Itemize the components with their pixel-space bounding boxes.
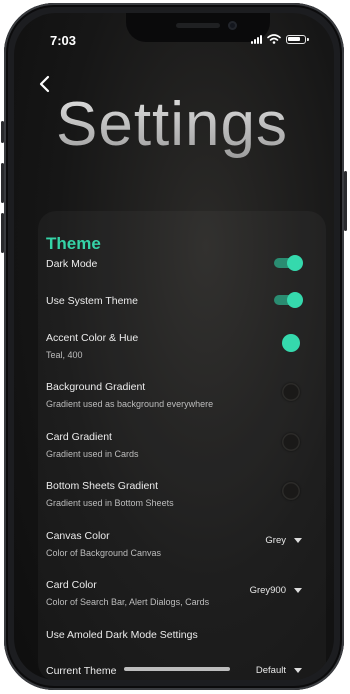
row-label: Card Gradient [46, 431, 112, 443]
dropdown-value: Grey900 [249, 585, 286, 596]
volume-up-button [1, 163, 4, 203]
page-title: Settings [56, 90, 289, 159]
system-theme-toggle[interactable] [274, 292, 303, 308]
status-icons [251, 34, 309, 44]
row-sub: Gradient used as background everywhere [46, 399, 214, 409]
front-camera [228, 21, 237, 30]
row-sub: Color of Search Bar, Alert Dialogs, Card… [46, 597, 210, 607]
row-amoled[interactable]: Use Amoled Dark Mode Settings [46, 629, 316, 641]
current-theme-dropdown[interactable]: Default [256, 665, 302, 676]
wifi-icon [267, 34, 281, 44]
canvas-color-dropdown[interactable]: Grey [265, 535, 302, 546]
signal-icon [251, 34, 262, 44]
dropdown-value: Default [255, 665, 286, 676]
chevron-left-icon[interactable] [36, 73, 54, 95]
section-title-theme: Theme [46, 234, 101, 253]
row-background-gradient[interactable]: Background Gradient Gradient used as bac… [46, 381, 316, 409]
volume-down-button [1, 213, 4, 253]
row-bottom-sheets-gradient[interactable]: Bottom Sheets Gradient Gradient used in … [46, 480, 316, 508]
mute-switch [1, 121, 4, 143]
toggle-knob [287, 255, 303, 271]
row-card-gradient[interactable]: Card Gradient Gradient used in Cards [46, 431, 316, 459]
toggle-knob [287, 292, 303, 308]
dropdown-value: Grey [265, 535, 286, 546]
caret-down-icon [294, 538, 302, 543]
bottom-sheets-gradient-radio[interactable] [282, 482, 300, 500]
row-sub: Color of Background Canvas [46, 548, 162, 558]
card-color-dropdown[interactable]: Grey900 [250, 585, 302, 596]
caret-down-icon [294, 668, 302, 673]
screen: 7:03 Settings Theme Dark Mode Use System… [14, 13, 334, 680]
row-sub: Gradient used in Bottom Sheets [46, 498, 174, 508]
background-gradient-radio[interactable] [282, 383, 300, 401]
home-indicator [124, 667, 230, 671]
row-sub: Teal, 400 [46, 350, 83, 360]
row-accent-color[interactable]: Accent Color & Hue Teal, 400 [46, 332, 316, 360]
card-gradient-radio[interactable] [282, 433, 300, 451]
notch [126, 13, 270, 42]
battery-icon [286, 34, 309, 44]
row-label: Accent Color & Hue [46, 332, 139, 344]
caret-down-icon [294, 588, 302, 593]
row-label: Use Amoled Dark Mode Settings [46, 629, 198, 641]
row-sub: Gradient used in Cards [46, 449, 139, 459]
phone-frame: 7:03 Settings Theme Dark Mode Use System… [1, 3, 347, 690]
row-label: Bottom Sheets Gradient [46, 480, 159, 492]
status-time: 7:03 [50, 33, 77, 48]
speaker [176, 23, 220, 28]
row-label: Background Gradient [46, 381, 146, 393]
power-button [344, 171, 347, 231]
dark-mode-toggle[interactable] [274, 255, 303, 271]
accent-color-swatch[interactable] [282, 334, 300, 352]
